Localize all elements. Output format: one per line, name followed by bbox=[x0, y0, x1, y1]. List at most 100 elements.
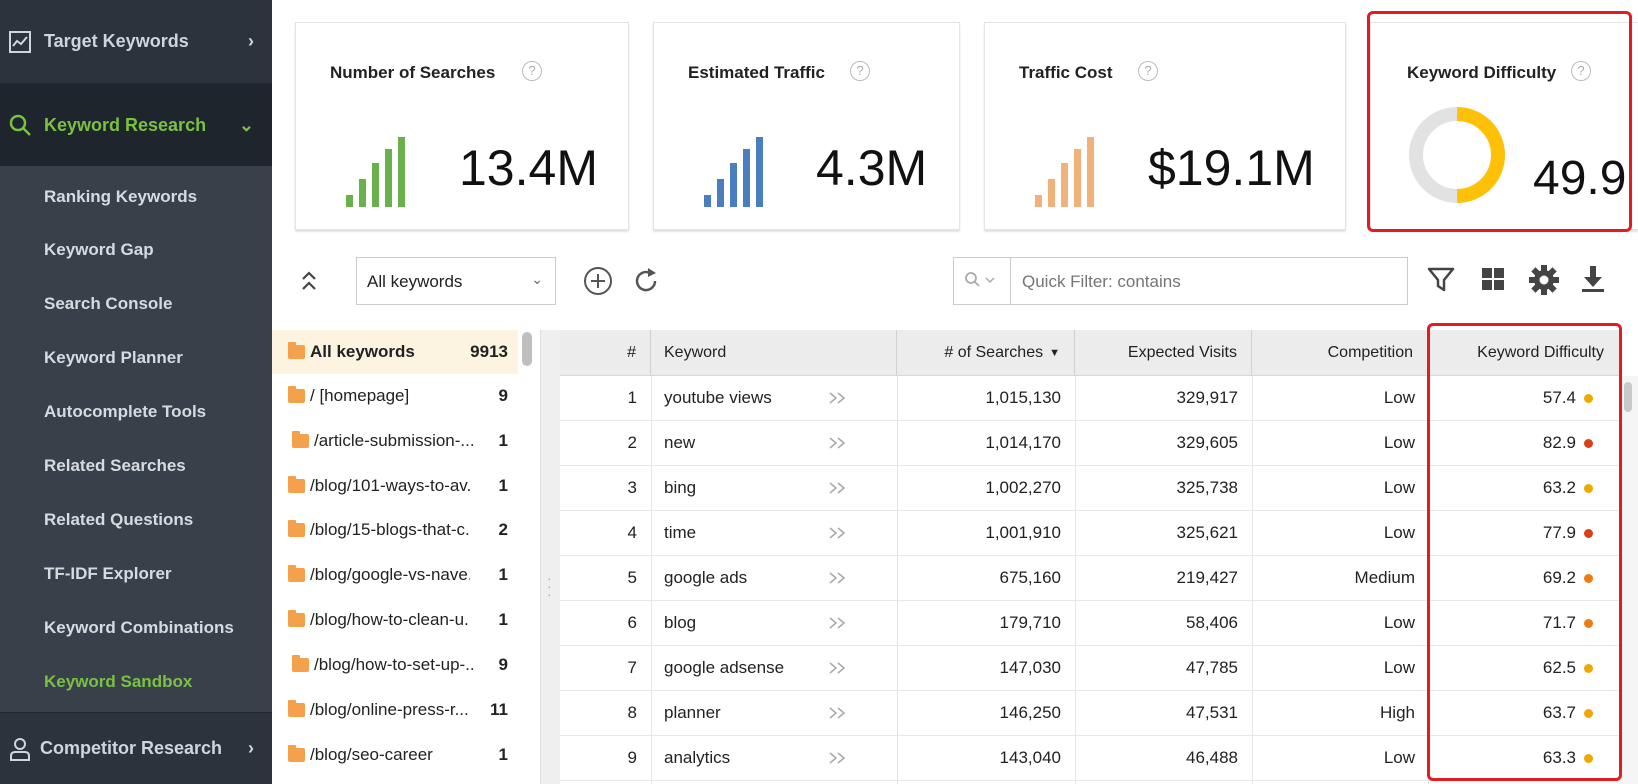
sidebar-item-search-console[interactable]: Search Console bbox=[44, 294, 173, 314]
tree-item-count: 2 bbox=[498, 520, 508, 539]
card-value: $19.1M bbox=[1148, 140, 1315, 196]
folder-icon bbox=[288, 745, 305, 762]
search-options-button[interactable] bbox=[954, 258, 1011, 304]
tree-scrollbar[interactable] bbox=[522, 332, 532, 366]
visits-cell: 329,917 bbox=[1176, 388, 1238, 407]
user-icon bbox=[8, 737, 32, 761]
tree-item[interactable]: /article-submission-... 1 bbox=[272, 419, 518, 463]
gear-icon[interactable] bbox=[1528, 264, 1560, 296]
competition-cell: Medium bbox=[1354, 568, 1415, 587]
quick-filter[interactable] bbox=[953, 257, 1408, 305]
column-header-competition[interactable]: Competition bbox=[1252, 330, 1428, 375]
panel-splitter[interactable]: · · · bbox=[540, 330, 560, 784]
competition-cell: Low bbox=[1383, 523, 1415, 542]
tree-item-count: 1 bbox=[498, 476, 508, 495]
visits-cell: 329,605 bbox=[1176, 433, 1238, 452]
folder-icon bbox=[288, 700, 305, 717]
sidebar-item-autocomplete-tools[interactable]: Autocomplete Tools bbox=[44, 402, 206, 422]
filter-icon[interactable] bbox=[1426, 264, 1458, 296]
sidebar-item-keyword-planner[interactable]: Keyword Planner bbox=[44, 348, 183, 368]
tree-item[interactable]: /blog/google-vs-nave... 1 bbox=[272, 553, 518, 597]
expand-arrows-icon[interactable] bbox=[828, 691, 858, 735]
tree-item-name: All keywords bbox=[310, 342, 415, 361]
row-number: 6 bbox=[627, 613, 637, 632]
tree-item-name: /blog/how-to-clean-u... bbox=[310, 610, 470, 629]
sidebar-item-keyword-gap[interactable]: Keyword Gap bbox=[44, 240, 154, 260]
sidebar-section-target-keywords[interactable]: Target Keywords › bbox=[0, 0, 272, 84]
tree-item[interactable]: /blog/15-blogs-that-c... 2 bbox=[272, 508, 518, 552]
collapse-icon[interactable] bbox=[300, 270, 318, 298]
card-traffic-cost: Traffic Cost ? $19.1M bbox=[984, 22, 1346, 230]
help-icon[interactable]: ? bbox=[850, 61, 870, 81]
add-icon[interactable] bbox=[583, 266, 613, 296]
tree-item-count: 9 bbox=[498, 386, 508, 405]
searches-cell: 147,030 bbox=[999, 658, 1061, 677]
row-number: 3 bbox=[627, 478, 637, 497]
expand-arrows-icon[interactable] bbox=[828, 736, 858, 780]
column-header-visits[interactable]: Expected Visits bbox=[1075, 330, 1252, 375]
expand-arrows-icon[interactable] bbox=[828, 421, 858, 465]
scrollbar-thumb[interactable] bbox=[1624, 382, 1632, 412]
tree-item[interactable]: All keywords 9913 bbox=[272, 330, 518, 374]
visits-cell: 46,488 bbox=[1186, 748, 1238, 767]
sidebar-item-related-questions[interactable]: Related Questions bbox=[44, 510, 193, 530]
sidebar-item-related-searches[interactable]: Related Searches bbox=[44, 456, 186, 476]
signal-bars-icon bbox=[346, 135, 418, 207]
sidebar-section-competitor-research[interactable]: Competitor Research › bbox=[0, 712, 272, 784]
sidebar-section-keyword-research[interactable]: Keyword Research ⌄ bbox=[0, 84, 272, 166]
row-number: 4 bbox=[627, 523, 637, 542]
searches-cell: 1,002,270 bbox=[985, 478, 1061, 497]
column-header-searches[interactable]: # of Searches ▼ bbox=[897, 330, 1075, 375]
help-icon[interactable]: ? bbox=[1138, 61, 1158, 81]
expand-arrows-icon[interactable] bbox=[828, 556, 858, 600]
sidebar-item-keyword-combinations[interactable]: Keyword Combinations bbox=[44, 618, 234, 638]
card-title: Number of Searches bbox=[330, 63, 496, 82]
table-scrollbar[interactable] bbox=[1620, 376, 1638, 784]
grid-view-icon[interactable] bbox=[1478, 264, 1510, 296]
expand-arrows-icon[interactable] bbox=[828, 646, 858, 690]
column-header-num[interactable]: # bbox=[560, 330, 651, 375]
help-icon[interactable]: ? bbox=[522, 61, 542, 81]
tree-item-name: /blog/how-to-set-up-... bbox=[314, 655, 474, 674]
quick-filter-input[interactable] bbox=[1022, 272, 1392, 292]
sidebar-item-keyword-sandbox[interactable]: Keyword Sandbox bbox=[44, 672, 192, 692]
refresh-icon[interactable] bbox=[632, 266, 662, 296]
sidebar-section-label: Target Keywords bbox=[44, 31, 189, 51]
competition-cell: Low bbox=[1383, 478, 1415, 497]
folder-icon bbox=[288, 520, 305, 537]
tree-item-count: 1 bbox=[498, 610, 508, 629]
tree-item-name: /blog/google-vs-nave... bbox=[310, 565, 470, 584]
tree-item[interactable]: /blog/how-to-clean-u... 1 bbox=[272, 598, 518, 642]
card-value: 4.3M bbox=[816, 140, 928, 196]
sort-desc-icon: ▼ bbox=[1049, 346, 1060, 359]
sidebar-item-ranking-keywords[interactable]: Ranking Keywords bbox=[44, 187, 197, 207]
tree-item[interactable]: /blog/online-press-r... 11 bbox=[272, 688, 518, 732]
expand-arrows-icon[interactable] bbox=[828, 466, 858, 510]
signal-bars-icon bbox=[704, 135, 776, 207]
sidebar-submenu: Ranking Keywords Keyword Gap Search Cons… bbox=[0, 166, 272, 712]
expand-arrows-icon[interactable] bbox=[828, 376, 858, 420]
card-estimated-traffic: Estimated Traffic ? 4.3M bbox=[653, 22, 960, 230]
chart-icon bbox=[8, 30, 32, 54]
folder-icon bbox=[288, 476, 305, 493]
tree-item[interactable]: /blog/101-ways-to-av... 1 bbox=[272, 464, 518, 508]
tree-item-count: 1 bbox=[498, 431, 508, 450]
card-value: 13.4M bbox=[459, 140, 598, 196]
tree-item[interactable]: /blog/how-to-set-up-... 9 bbox=[272, 643, 518, 687]
row-number: 2 bbox=[627, 433, 637, 452]
column-header-keyword[interactable]: Keyword bbox=[651, 330, 897, 375]
visits-cell: 47,785 bbox=[1186, 658, 1238, 677]
download-icon[interactable] bbox=[1578, 264, 1610, 296]
tree-item[interactable]: / [homepage] 9 bbox=[272, 374, 518, 418]
sidebar-section-label: Keyword Research bbox=[44, 114, 207, 135]
folder-icon bbox=[288, 610, 305, 627]
searches-cell: 146,250 bbox=[999, 703, 1061, 722]
expand-arrows-icon[interactable] bbox=[828, 511, 858, 555]
select-value: All keywords bbox=[367, 272, 463, 291]
keyword-group-select[interactable]: All keywords ⌄ bbox=[356, 257, 556, 305]
sidebar-item-tf-idf-explorer[interactable]: TF-IDF Explorer bbox=[44, 564, 172, 584]
expand-arrows-icon[interactable] bbox=[828, 601, 858, 645]
tree-item[interactable]: /blog/seo-career 1 bbox=[272, 733, 518, 777]
folder-icon bbox=[288, 386, 305, 403]
searches-cell: 1,001,910 bbox=[985, 523, 1061, 542]
